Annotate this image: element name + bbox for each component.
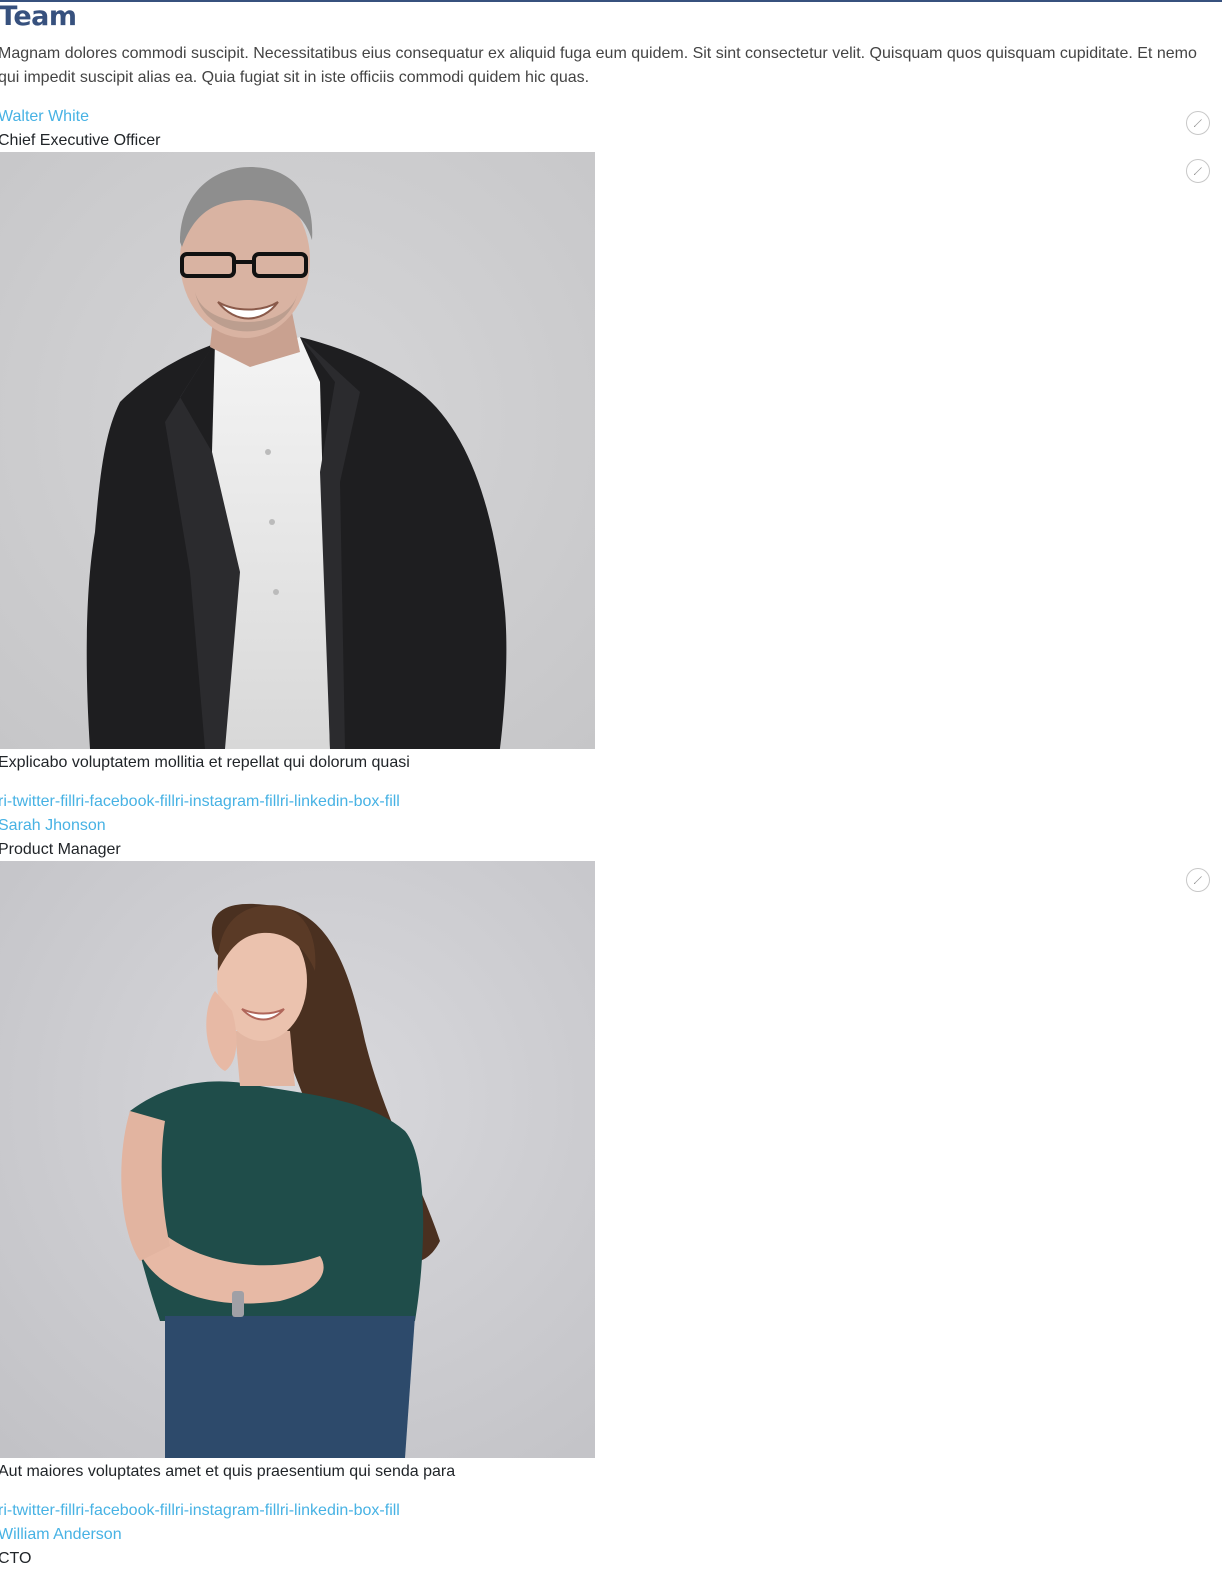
edit-button[interactable]: [1186, 159, 1210, 183]
pencil-icon: [1194, 119, 1202, 127]
member-photo-sarah-jhonson: [0, 861, 595, 1458]
edit-button[interactable]: [1186, 868, 1210, 892]
member-photo-walter-white: [0, 152, 595, 749]
twitter-link[interactable]: ri-twitter-fill: [0, 793, 75, 810]
member-description: Aut maiores voluptates amet et quis prae…: [0, 1463, 456, 1480]
section-title: Team: [0, 1, 77, 32]
member-name-walter-white[interactable]: Walter White: [0, 105, 89, 129]
linkedin-link[interactable]: ri-linkedin-box-fill: [280, 793, 400, 810]
linkedin-link[interactable]: ri-linkedin-box-fill: [280, 1502, 400, 1519]
member-role: Chief Executive Officer: [0, 132, 161, 149]
pencil-icon: [1194, 876, 1202, 884]
facebook-link[interactable]: ri-facebook-fill: [75, 1502, 175, 1519]
instagram-link[interactable]: ri-instagram-fill: [175, 793, 280, 810]
social-links: ri-twitter-fillri-facebook-fillri-instag…: [0, 790, 400, 814]
pencil-icon: [1194, 167, 1202, 175]
member-description: Explicabo voluptatem mollitia et repella…: [0, 754, 410, 771]
member-role: Product Manager: [0, 841, 121, 858]
instagram-link[interactable]: ri-instagram-fill: [175, 1502, 280, 1519]
member-name-sarah-jhonson[interactable]: Sarah Jhonson: [0, 814, 106, 838]
facebook-link[interactable]: ri-facebook-fill: [75, 793, 175, 810]
twitter-link[interactable]: ri-twitter-fill: [0, 1502, 75, 1519]
member-role: CTO: [0, 1550, 32, 1567]
section-intro: Magnam dolores commodi suscipit. Necessi…: [0, 45, 1197, 86]
top-border: [0, 0, 1222, 2]
social-links: ri-twitter-fillri-facebook-fillri-instag…: [0, 1499, 400, 1523]
member-name-william-anderson[interactable]: William Anderson: [0, 1523, 122, 1547]
edit-button[interactable]: [1186, 111, 1210, 135]
